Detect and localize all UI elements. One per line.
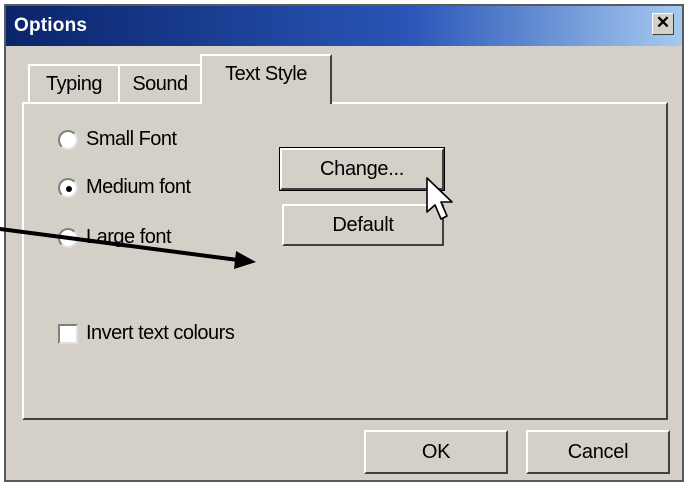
close-button[interactable]: ✕ xyxy=(652,13,674,35)
radio-label: Large font xyxy=(86,226,172,248)
radio-button[interactable] xyxy=(58,130,78,150)
tab-typing[interactable]: Typing xyxy=(28,64,120,104)
checkbox-label: Invert text colours xyxy=(86,322,235,344)
tab-sound[interactable]: Sound xyxy=(118,64,202,104)
change-button[interactable]: Change... xyxy=(279,147,445,191)
ok-button[interactable]: OK xyxy=(364,430,508,474)
title-bar: Options ✕ xyxy=(6,6,682,46)
radio-button[interactable] xyxy=(58,178,78,198)
default-button[interactable]: Default xyxy=(282,204,444,246)
cancel-button[interactable]: Cancel xyxy=(526,430,670,474)
radio-selected-dot xyxy=(66,186,72,192)
tab-text-style[interactable]: Text Style xyxy=(200,54,332,104)
close-icon: ✕ xyxy=(655,13,671,32)
window-title: Options xyxy=(14,15,88,36)
radio-label: Medium font xyxy=(86,176,191,198)
checkbox-box[interactable] xyxy=(58,324,78,344)
radio-label: Small Font xyxy=(86,128,177,150)
radio-button[interactable] xyxy=(58,228,78,248)
